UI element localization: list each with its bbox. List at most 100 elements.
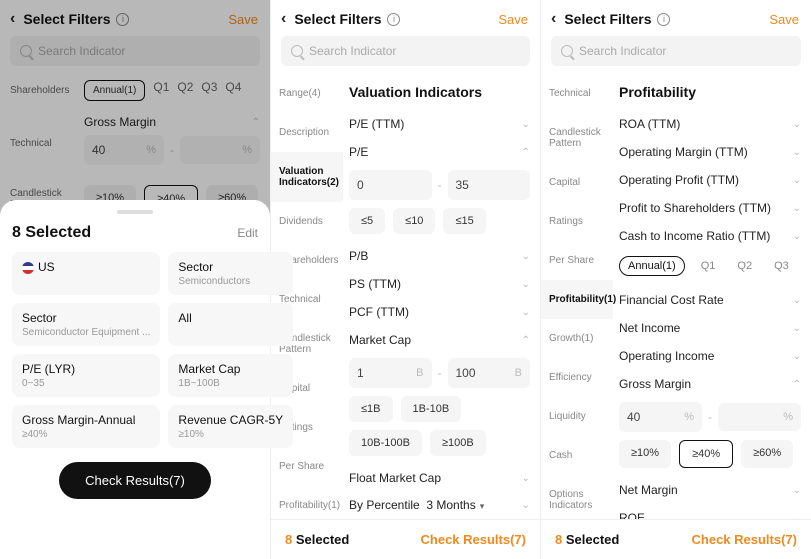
filter-card[interactable]: All	[168, 303, 293, 346]
sidebar-item-profitability[interactable]: Profitability(1)	[541, 280, 613, 319]
mcap-chip-1-10b[interactable]: 1B-10B	[401, 396, 462, 422]
check-results-button[interactable]: Check Results(7)	[421, 532, 526, 547]
search-input[interactable]: Search Indicator	[281, 36, 530, 66]
save-button[interactable]: Save	[498, 12, 528, 27]
sidebar-item-valuation[interactable]: Valuation Indicators(2)	[271, 152, 343, 202]
indicator-profit-sh[interactable]: Profit to Shareholders (TTM)	[619, 194, 801, 222]
indicator-net-margin[interactable]: Net Margin	[619, 476, 801, 504]
period-annual[interactable]: Annual(1)	[619, 256, 685, 276]
pe-chip-10[interactable]: ≤10	[393, 208, 435, 234]
mcap-to-input[interactable]: 100B	[448, 358, 531, 388]
gm-chip-10[interactable]: ≥10%	[619, 440, 671, 468]
sidebar-item-ratings[interactable]: Ratings	[541, 202, 613, 241]
chevron-down-icon	[522, 500, 530, 511]
sidebar-item-technical[interactable]: Technical	[541, 74, 613, 113]
indicator-gross-margin[interactable]: Gross Margin	[619, 370, 801, 398]
indicator-pb[interactable]: P/B	[349, 242, 530, 270]
sidebar-item-efficiency[interactable]: Efficiency	[541, 358, 613, 397]
dropdown-icon: ▾	[480, 501, 485, 511]
by-percentile-row[interactable]: By Percentile 3 Months▾	[349, 492, 530, 518]
chevron-down-icon	[793, 351, 801, 362]
chevron-down-icon	[793, 119, 801, 130]
indicator-net-income[interactable]: Net Income	[619, 314, 801, 342]
edit-button[interactable]: Edit	[237, 226, 258, 240]
indicator-pe-ttm[interactable]: P/E (TTM)	[349, 110, 530, 138]
page-title: Select Filters	[294, 11, 381, 27]
sidebar-item-pershare[interactable]: Per Share	[271, 447, 343, 486]
sidebar-item-options[interactable]: Options Indicators	[541, 475, 613, 519]
gm-to-input[interactable]: %	[718, 403, 801, 431]
indicator-op-profit[interactable]: Operating Profit (TTM)	[619, 166, 801, 194]
selected-sheet: 8 Selected Edit US SectorSemiconductors …	[0, 200, 270, 559]
search-input[interactable]: Search Indicator	[551, 36, 801, 66]
chevron-down-icon	[793, 175, 801, 186]
page-title: Select Filters	[564, 11, 651, 27]
sidebar-item-capital[interactable]: Capital	[541, 163, 613, 202]
pe-to-input[interactable]: 35	[448, 170, 531, 200]
back-icon[interactable]: ‹	[281, 10, 286, 28]
back-icon[interactable]: ‹	[551, 10, 556, 28]
sidebar-item-growth[interactable]: Growth(1)	[541, 319, 613, 358]
chevron-up-icon	[793, 379, 801, 390]
indicator-pcf[interactable]: PCF (TTM)	[349, 298, 530, 326]
search-icon	[291, 45, 303, 57]
search-placeholder: Search Indicator	[579, 44, 666, 58]
filter-card[interactable]: SectorSemiconductor Equipment ...	[12, 303, 160, 346]
mcap-from-input[interactable]: 1B	[349, 358, 432, 388]
sidebar-item-pershare[interactable]: Per Share	[541, 241, 613, 280]
sidebar-item-description[interactable]: Description	[271, 113, 343, 152]
sidebar-item-profitability[interactable]: Profitability(1)	[271, 486, 343, 519]
indicator-roe[interactable]: ROE	[619, 504, 801, 519]
section-title: Valuation Indicators	[349, 84, 530, 100]
indicator-op-income[interactable]: Operating Income	[619, 342, 801, 370]
mcap-chip-10-100b[interactable]: 10B-100B	[349, 430, 422, 456]
period-q4[interactable]: Q4	[805, 256, 811, 276]
sidebar-item-liquidity[interactable]: Liquidity	[541, 397, 613, 436]
pe-from-input[interactable]: 0	[349, 170, 432, 200]
filter-card[interactable]: P/E (LYR)0~35	[12, 354, 160, 397]
chevron-down-icon	[793, 203, 801, 214]
pe-chip-5[interactable]: ≤5	[349, 208, 385, 234]
sidebar-item-dividends[interactable]: Dividends	[271, 202, 343, 241]
indicator-roa[interactable]: ROA (TTM)	[619, 110, 801, 138]
chevron-up-icon	[522, 335, 530, 346]
filter-card[interactable]: SectorSemiconductors	[168, 252, 293, 295]
check-results-button[interactable]: Check Results(7)	[59, 462, 211, 499]
indicator-op-margin[interactable]: Operating Margin (TTM)	[619, 138, 801, 166]
footer-selected[interactable]: 8 Selected	[285, 532, 349, 547]
chevron-down-icon	[522, 473, 530, 484]
gm-chip-40[interactable]: ≥40%	[679, 440, 733, 468]
chevron-down-icon	[793, 231, 801, 242]
info-icon[interactable]: i	[657, 13, 670, 26]
footer-selected[interactable]: 8 Selected	[555, 532, 619, 547]
sidebar-item-cash[interactable]: Cash	[541, 436, 613, 475]
indicator-float-mcap[interactable]: Float Market Cap	[349, 464, 530, 492]
check-results-button[interactable]: Check Results(7)	[692, 532, 797, 547]
filter-card[interactable]: US	[12, 252, 160, 295]
save-button[interactable]: Save	[769, 12, 799, 27]
indicator-marketcap[interactable]: Market Cap	[349, 326, 530, 354]
mcap-chip-100b[interactable]: ≥100B	[430, 430, 486, 456]
filter-card[interactable]: Market Cap1B~100B	[168, 354, 293, 397]
drag-handle[interactable]	[117, 210, 153, 214]
chevron-up-icon	[522, 147, 530, 158]
pe-chip-15[interactable]: ≤15	[443, 208, 485, 234]
chevron-down-icon	[793, 295, 801, 306]
indicator-cash-income[interactable]: Cash to Income Ratio (TTM)	[619, 222, 801, 250]
sidebar-item-candlestick[interactable]: Candlestick Pattern	[541, 113, 613, 163]
period-q1[interactable]: Q1	[695, 256, 722, 276]
indicator-pe[interactable]: P/E	[349, 138, 530, 166]
period-q3[interactable]: Q3	[768, 256, 795, 276]
period-q2[interactable]: Q2	[731, 256, 758, 276]
sidebar-item-range[interactable]: Range(4)	[271, 74, 343, 113]
mcap-chip-1b[interactable]: ≤1B	[349, 396, 393, 422]
filter-card[interactable]: Gross Margin-Annual≥40%	[12, 405, 160, 448]
indicator-fcr[interactable]: Financial Cost Rate	[619, 286, 801, 314]
info-icon[interactable]: i	[387, 13, 400, 26]
filter-card[interactable]: Revenue CAGR-5Y≥10%	[168, 405, 293, 448]
gm-chip-60[interactable]: ≥60%	[741, 440, 793, 468]
chevron-down-icon	[793, 485, 801, 496]
gm-from-input[interactable]: 40%	[619, 402, 702, 432]
indicator-ps[interactable]: PS (TTM)	[349, 270, 530, 298]
search-icon	[561, 45, 573, 57]
